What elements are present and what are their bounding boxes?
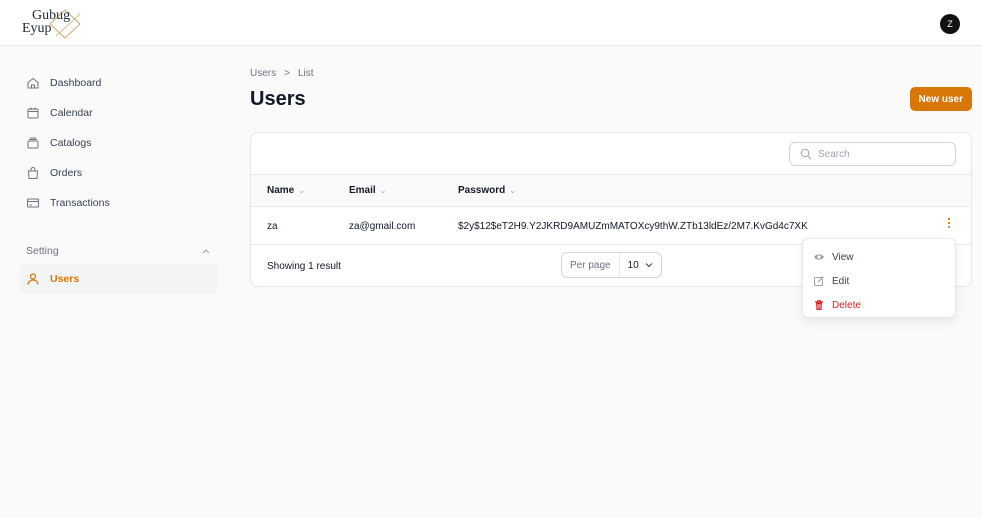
results-summary: Showing 1 result <box>267 261 341 272</box>
menu-item-label: Delete <box>832 299 861 311</box>
sidebar-item-dashboard[interactable]: Dashboard <box>20 68 218 98</box>
calendar-icon <box>26 106 40 120</box>
sidebar-item-label: Catalogs <box>50 137 92 149</box>
user-avatar[interactable]: Z <box>940 14 960 34</box>
search-icon <box>800 148 812 160</box>
per-page-value: 10 <box>627 259 639 271</box>
user-icon <box>26 272 40 286</box>
per-page-value-wrap[interactable]: 10 <box>620 260 659 271</box>
credit-card-icon <box>26 196 40 210</box>
sidebar-item-catalogs[interactable]: Catalogs <box>20 128 218 158</box>
new-user-button[interactable]: New user <box>909 87 972 111</box>
sidebar: Dashboard Calendar Catalogs Orders Trans… <box>20 68 218 294</box>
column-header-label: Password <box>458 185 506 196</box>
breadcrumb-parent[interactable]: Users <box>250 68 276 82</box>
sidebar-item-transactions[interactable]: Transactions <box>20 188 218 218</box>
menu-item-label: View <box>832 251 854 263</box>
menu-item-delete[interactable]: Delete <box>803 293 955 317</box>
catalog-icon <box>26 136 40 150</box>
row-actions-kebab-icon[interactable] <box>947 217 951 231</box>
page-title: Users <box>250 88 306 110</box>
cell-email: za@gmail.com <box>349 221 416 232</box>
edit-icon <box>813 275 825 287</box>
per-page-select[interactable]: Per page 10 <box>561 252 662 278</box>
column-header-email[interactable]: Email ⌄ <box>349 185 386 196</box>
sort-chevron-icon: ⌄ <box>298 186 305 195</box>
brand-logo[interactable]: Gubug Eyup <box>18 6 98 42</box>
sidebar-item-label: Users <box>50 273 80 285</box>
eye-icon <box>813 251 825 263</box>
column-header-name[interactable]: Name ⌄ <box>267 185 305 196</box>
top-bar: Gubug Eyup Z <box>0 0 982 46</box>
sidebar-item-calendar[interactable]: Calendar <box>20 98 218 128</box>
row-actions-menu: View Edit Delete <box>802 238 956 318</box>
sidebar-item-label: Transactions <box>50 197 110 209</box>
cell-name: za <box>267 221 278 232</box>
sort-chevron-icon: ⌄ <box>509 186 516 195</box>
logo-text-line2: Eyup <box>22 21 52 36</box>
sidebar-item-label: Orders <box>50 167 83 179</box>
table-header: Name ⌄ Email ⌄ Password ⌄ <box>251 174 971 207</box>
trash-icon <box>813 299 825 311</box>
column-header-label: Name <box>267 185 295 196</box>
search-input[interactable]: Search <box>789 142 956 166</box>
breadcrumb: Users > List <box>250 68 972 82</box>
per-page-label: Per page <box>562 253 620 277</box>
bag-icon <box>26 166 40 180</box>
chevron-up-icon <box>202 246 210 256</box>
sidebar-group-label: Setting <box>26 245 59 257</box>
sidebar-item-label: Calendar <box>50 107 93 119</box>
breadcrumb-current: List <box>297 68 314 79</box>
column-header-password[interactable]: Password ⌄ <box>458 185 516 196</box>
breadcrumb-separator: > <box>284 68 290 79</box>
menu-item-edit[interactable]: Edit <box>803 269 955 293</box>
sidebar-item-users[interactable]: Users <box>20 264 218 294</box>
home-icon <box>26 76 40 90</box>
sort-chevron-icon: ⌄ <box>379 186 387 195</box>
sidebar-item-label: Dashboard <box>50 77 102 89</box>
main-content: Users > List Users New user Search Name … <box>250 68 972 287</box>
sidebar-group-setting[interactable]: Setting <box>20 240 218 262</box>
chevron-down-icon <box>645 260 653 271</box>
cell-password: $2y$12$eT2H9.Y2JKRD9AMUZmMATOXcy9thW.ZTb… <box>458 221 808 232</box>
menu-item-label: Edit <box>832 275 850 287</box>
column-header-label: Email <box>349 185 376 196</box>
search-placeholder: Search <box>818 148 850 160</box>
sidebar-item-orders[interactable]: Orders <box>20 158 218 188</box>
menu-item-view[interactable]: View <box>803 245 955 269</box>
